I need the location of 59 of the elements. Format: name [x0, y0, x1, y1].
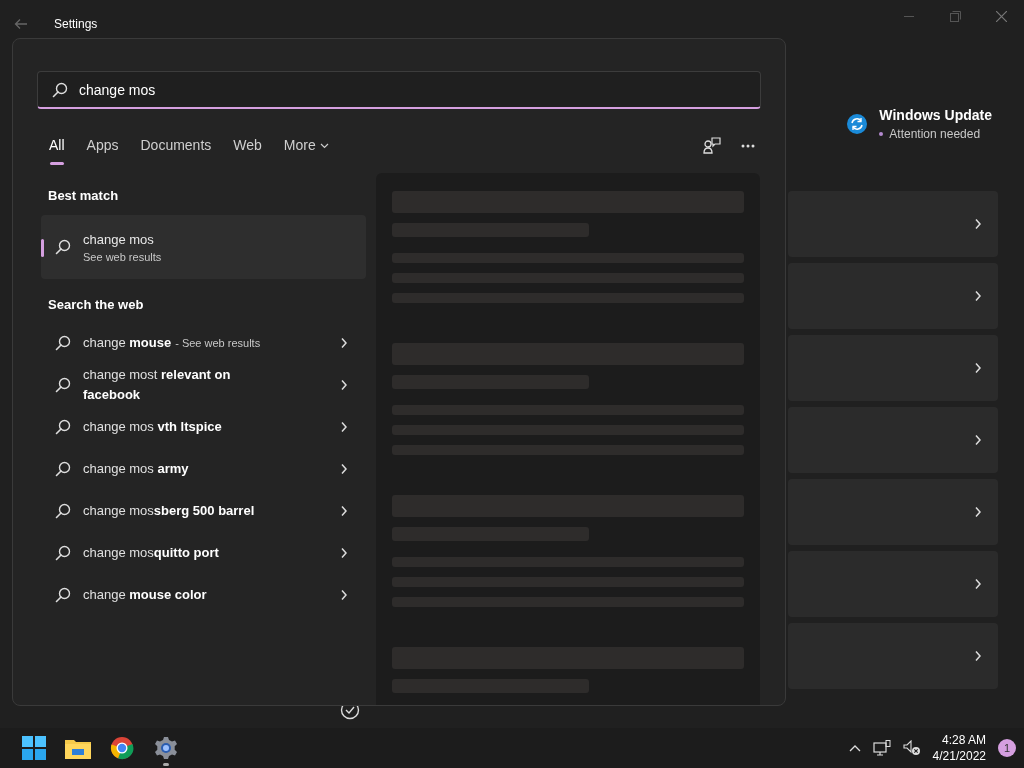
notification-badge[interactable]: 1 [998, 739, 1016, 757]
browser-icon[interactable] [110, 736, 134, 760]
filter-tab[interactable]: Apps [86, 137, 119, 165]
web-suggestion[interactable]: change most relevant on facebook [41, 364, 366, 406]
chevron-right-icon [974, 218, 982, 230]
web-suggestion[interactable]: change mos army [41, 448, 366, 490]
chevron-right-icon [974, 578, 982, 590]
web-suggestion[interactable]: change mossberg 500 barrel [41, 490, 366, 532]
chevron-right-icon [974, 434, 982, 446]
chevron-right-icon [340, 421, 348, 433]
search-icon [55, 239, 71, 255]
chevron-right-icon [974, 290, 982, 302]
network-icon[interactable] [872, 740, 891, 756]
sync-icon [847, 114, 868, 134]
search-icon [55, 419, 71, 435]
chevron-right-icon [340, 337, 348, 349]
search-field[interactable]: change mos [37, 71, 761, 109]
restore-icon[interactable] [949, 10, 961, 22]
clock[interactable]: 4:28 AM 4/21/2022 [932, 733, 986, 763]
window-title: Settings [54, 17, 98, 31]
chevron-right-icon [340, 505, 348, 517]
filter-tab[interactable]: Documents [140, 137, 212, 165]
chevron-right-icon [340, 379, 348, 391]
section-heading: Search the web [48, 297, 145, 312]
update-status: Attention needed [879, 127, 992, 141]
close-icon[interactable] [995, 10, 1007, 22]
people-chat-icon[interactable] [703, 137, 721, 155]
search-icon [55, 503, 71, 519]
chevron-right-icon [340, 589, 348, 601]
filter-tab[interactable]: Web [233, 137, 262, 165]
web-suggestion[interactable]: change mosquitto port [41, 532, 366, 574]
search-icon [55, 335, 71, 351]
search-icon [55, 587, 71, 603]
chevron-right-icon [974, 506, 982, 518]
search-icon [55, 377, 71, 393]
more-menu[interactable]: More [283, 137, 329, 165]
search-icon [55, 461, 71, 477]
back-arrow-icon[interactable] [14, 18, 28, 30]
chevron-right-icon [340, 547, 348, 559]
more-options-icon[interactable] [741, 144, 755, 148]
chevron-up-icon[interactable] [848, 744, 861, 752]
speaker-muted-icon[interactable] [902, 740, 921, 756]
search-icon [55, 545, 71, 561]
chevron-right-icon [974, 650, 982, 662]
search-icon [52, 82, 68, 98]
web-suggestion[interactable]: change mos vth ltspice [41, 406, 366, 448]
folder-icon[interactable] [65, 737, 91, 759]
web-suggestion[interactable]: change mouse color [41, 574, 366, 616]
web-suggestion[interactable]: change mouse - See web results [41, 322, 366, 364]
section-heading: Best match [48, 188, 120, 203]
windows-logo-icon[interactable] [22, 736, 46, 760]
gear-icon[interactable] [154, 736, 178, 760]
filter-tab[interactable]: All [49, 137, 65, 165]
best-match-item[interactable]: change mos See web results [41, 215, 366, 279]
chevron-down-icon [319, 143, 329, 149]
chevron-right-icon [974, 362, 982, 374]
chevron-right-icon [340, 463, 348, 475]
minimize-icon[interactable] [904, 15, 914, 17]
update-title: Windows Update [879, 107, 992, 123]
